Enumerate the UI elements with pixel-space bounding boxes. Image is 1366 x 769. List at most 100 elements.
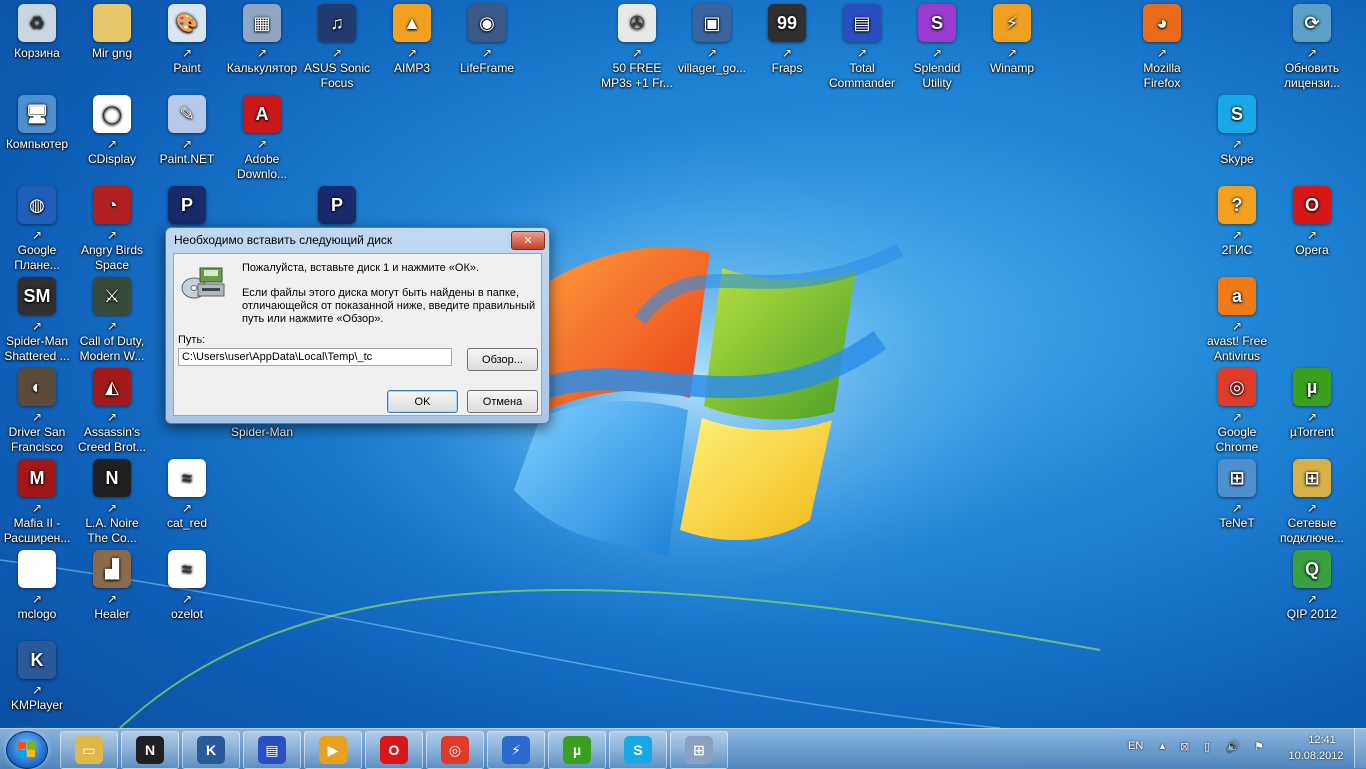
action-center-icon[interactable]: ⚑: [1254, 740, 1264, 753]
camera-icon: ◉: [468, 4, 506, 42]
taskbar-button[interactable]: ▤: [243, 731, 301, 769]
volume-icon[interactable]: 🔊: [1226, 740, 1240, 753]
winamp-icon: ⚡: [993, 4, 1031, 42]
desktop-icon[interactable]: ⊞ ↗ TeNeT: [1200, 459, 1274, 531]
shortcut-arrow-icon: ↗: [406, 46, 418, 60]
show-desktop-button[interactable]: [1354, 728, 1366, 768]
desktop-icon[interactable]: ≈ ↗ cat_red: [150, 459, 224, 531]
desktop-icon[interactable]: A ↗ Adobe Downlo...: [225, 95, 299, 182]
adobe-icon: A: [243, 95, 281, 133]
blank-image-icon: [18, 550, 56, 588]
desktop-icon[interactable]: ↗ mclogo: [0, 550, 74, 622]
taskbar-button[interactable]: O: [365, 731, 423, 769]
taskbar-button[interactable]: ⚡: [487, 731, 545, 769]
clock-date[interactable]: 10.08.2012: [1286, 750, 1346, 762]
desktop-icon[interactable]: 🖥 Компьютер: [0, 95, 74, 152]
desktop-icon[interactable]: S ↗ Splendid Utility: [900, 4, 974, 91]
desktop-icon[interactable]: ◉ ↗ LifeFrame: [450, 4, 524, 76]
desktop-icon[interactable]: S ↗ Skype: [1200, 95, 1274, 167]
shortcut-arrow-icon: ↗: [1306, 46, 1318, 60]
desktop-icon[interactable]: ⊞ ↗ Сетевые подключе...: [1275, 459, 1349, 546]
desktop-icon[interactable]: 🎨 ↗ Paint: [150, 4, 224, 76]
taskbar-button[interactable]: ◎: [426, 731, 484, 769]
shortcut-arrow-icon: ↗: [106, 501, 118, 515]
skype-icon: S: [624, 736, 652, 764]
desktop-icon[interactable]: ⟳ ↗ Обновить лицензи...: [1275, 4, 1349, 91]
speech-bubble-icon: ◯: [93, 95, 131, 133]
shortcut-arrow-icon: ↗: [1231, 410, 1243, 424]
shortcut-arrow-icon: ↗: [31, 592, 43, 606]
desktop-icon[interactable]: ◐ ↗ Driver San Francisco: [0, 368, 74, 455]
taskbar: ▭ N K ▤ ▶ O ◎ ⚡ µ S ⊞ EN ▲ ⊠ ▯ 🔊 ⚑ 12:41 10.08.201…: [0, 728, 1366, 769]
desktop-icon[interactable]: ▲ ↗ AIMP3: [375, 4, 449, 76]
language-indicator[interactable]: EN: [1128, 740, 1143, 752]
taskbar-button[interactable]: S: [609, 731, 667, 769]
desktop-icon[interactable]: ◯ ↗ CDisplay: [75, 95, 149, 167]
desktop-icon[interactable]: ⚔ ↗ Call of Duty, Modern W...: [75, 277, 149, 364]
shortcut-arrow-icon: ↗: [1156, 46, 1168, 60]
taskbar-button[interactable]: ⊞: [670, 731, 728, 769]
mafia-icon: M: [18, 459, 56, 497]
desktop-icon[interactable]: a ↗ avast! Free Antivirus: [1200, 277, 1274, 364]
shortcut-arrow-icon: ↗: [1231, 137, 1243, 151]
desktop-icon[interactable]: ⚡ ↗ Winamp: [975, 4, 1049, 76]
shortcut-arrow-icon: ↗: [1306, 501, 1318, 515]
desktop-icon[interactable]: ✎ ↗ Paint.NET: [150, 95, 224, 167]
dialog-close-button[interactable]: ✕: [511, 231, 545, 250]
browse-button[interactable]: Обзор...: [467, 348, 538, 371]
desktop-icon[interactable]: SM ↗ Spider-Man Shattered ...: [0, 277, 74, 364]
network-status-icon[interactable]: ⊠: [1180, 740, 1189, 753]
desktop-icon-label: Healer: [94, 607, 130, 621]
desktop-icon-label: villager_go...: [677, 61, 747, 75]
desktop-icon[interactable]: N ↗ L.A. Noire The Co...: [75, 459, 149, 546]
path-input[interactable]: [178, 348, 452, 366]
desktop-icon-label: Paint.NET: [159, 152, 215, 166]
kmplayer-icon: K: [18, 641, 56, 679]
calculator-icon: ▦: [243, 4, 281, 42]
desktop-icon-label: 2ГИС: [1221, 243, 1253, 257]
desktop-icon[interactable]: Q ↗ QIP 2012: [1275, 550, 1349, 622]
desktop-icon[interactable]: K ↗ KMPlayer: [0, 641, 74, 713]
desktop-icon[interactable]: ♻ Корзина: [0, 4, 74, 61]
desktop-icon[interactable]: ◎ ↗ Google Chrome: [1200, 368, 1274, 455]
clock-time[interactable]: 12:41: [1298, 734, 1346, 746]
chrome-icon: ◎: [441, 736, 469, 764]
desktop-icon[interactable]: M ↗ Mafia II - Расширен...: [0, 459, 74, 546]
taskbar-button[interactable]: N: [121, 731, 179, 769]
desktop-icon-label: Adobe Downlo...: [236, 152, 288, 181]
desktop-icon-label: Assassin's Creed Brot...: [77, 425, 147, 454]
desktop-icon[interactable]: ◍ ↗ Google Плане...: [0, 186, 74, 273]
shortcut-arrow-icon: ↗: [106, 592, 118, 606]
cancel-button[interactable]: Отмена: [467, 390, 538, 413]
safely-remove-icon[interactable]: ▯: [1204, 740, 1210, 753]
desktop-icon[interactable]: ✇ ↗ 50 FREE MP3s +1 Fr...: [600, 4, 674, 91]
start-button[interactable]: [6, 731, 48, 769]
desktop-icon[interactable]: ◭ ↗ Assassin's Creed Brot...: [75, 368, 149, 455]
desktop-icon[interactable]: ◕ ↗ Mozilla Firefox: [1125, 4, 1199, 91]
desktop-icon[interactable]: ▤ ↗ Total Commander: [825, 4, 899, 91]
desktop-icon[interactable]: ▦ ↗ Калькулятор: [225, 4, 299, 76]
network-computers-icon: ⊞: [1218, 459, 1256, 497]
desktop-icon[interactable]: µ ↗ µTorrent: [1275, 368, 1349, 440]
taskbar-button[interactable]: ▭: [60, 731, 118, 769]
taskbar-button[interactable]: K: [182, 731, 240, 769]
shortcut-arrow-icon: ↗: [106, 319, 118, 333]
desktop-icon[interactable]: ≈ ↗ ozelot: [150, 550, 224, 622]
desktop-icon[interactable]: ◔ ↗ Angry Birds Space: [75, 186, 149, 273]
desktop-icon[interactable]: 99 ↗ Fraps: [750, 4, 824, 76]
desktop-icon[interactable]: ? ↗ 2ГИС: [1200, 186, 1274, 258]
ok-button[interactable]: OK: [387, 390, 458, 413]
shortcut-arrow-icon: ↗: [31, 501, 43, 515]
desktop-icon[interactable]: ▣ ↗ villager_go...: [675, 4, 749, 76]
desktop-icon[interactable]: O ↗ Opera: [1275, 186, 1349, 258]
desktop-icon[interactable]: ♫ ↗ ASUS Sonic Focus: [300, 4, 374, 91]
desktop-icon[interactable]: ▟ ↗ Healer: [75, 550, 149, 622]
shortcut-arrow-icon: ↗: [106, 228, 118, 242]
taskbar-button[interactable]: ▶: [304, 731, 362, 769]
tray-expand-icon[interactable]: ▲: [1158, 741, 1167, 751]
taskbar-button[interactable]: µ: [548, 731, 606, 769]
desktop-icon-label: Spider-Man: [230, 425, 294, 439]
desktop-icon[interactable]: Mir gng: [75, 4, 149, 61]
shortcut-arrow-icon: ↗: [181, 501, 193, 515]
fraps-icon: 99: [768, 4, 806, 42]
